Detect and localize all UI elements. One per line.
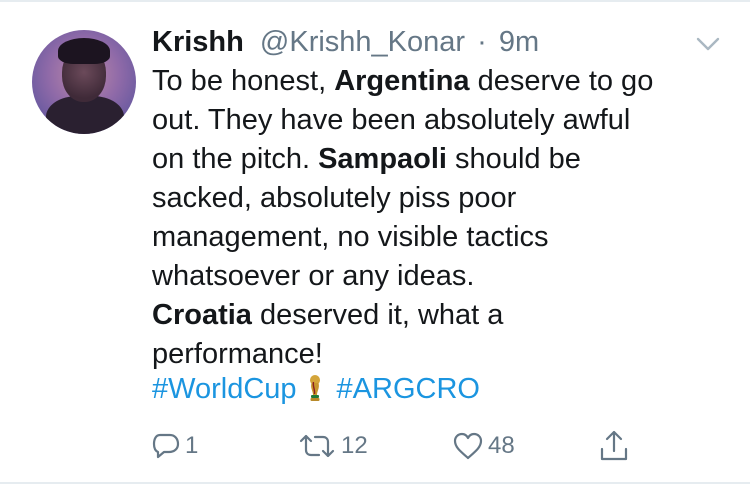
tweet-line: whatsoever or any ideas.: [152, 260, 475, 292]
author-handle[interactable]: @Krishh_Konar: [260, 26, 465, 58]
tweet-line: on the pitch. Sampaoli should be: [152, 140, 712, 179]
text-fragment: deserved it, what a: [251, 299, 504, 331]
bold-argentina: Argentina: [334, 65, 470, 97]
tweet-line: sacked, absolutely piss poor: [152, 182, 517, 214]
tweet-line: Croatia deserved it, what a: [152, 296, 712, 335]
top-divider: [0, 0, 750, 2]
like-button[interactable]: 48: [452, 426, 515, 466]
text-fragment: deserve to go: [469, 65, 654, 97]
bold-croatia: Croatia: [152, 299, 252, 331]
reply-count: 1: [185, 432, 199, 459]
hashtags-row: #WorldCup #ARGCRO: [152, 370, 480, 408]
tweet-line: performance!: [152, 338, 323, 370]
tweet-line: out. They have been absolutely awful: [152, 104, 631, 136]
share-icon: [600, 430, 628, 461]
hashtag-argcro[interactable]: #ARGCRO: [337, 373, 480, 405]
tweet-line: To be honest, Argentina deserve to go: [152, 62, 712, 101]
text-fragment: To be honest,: [152, 65, 335, 97]
like-count: 48: [488, 432, 515, 459]
retweet-button[interactable]: 12: [297, 426, 368, 466]
tweet-actions: 1 12 48: [0, 426, 750, 466]
tweet-line: management, no visible tactics: [152, 221, 549, 253]
avatar-hair: [58, 38, 110, 64]
bold-sampaoli: Sampaoli: [318, 143, 447, 175]
avatar[interactable]: [32, 30, 136, 134]
world-cup-trophy-icon: [309, 375, 320, 401]
separator-dot: ·: [477, 26, 487, 58]
share-button[interactable]: [598, 426, 630, 466]
heart-icon: [453, 432, 483, 460]
author-name[interactable]: Krishh: [152, 26, 244, 58]
reply-icon: [152, 433, 180, 459]
text-fragment: on the pitch.: [152, 143, 319, 175]
text-fragment: should be: [447, 143, 581, 175]
bottom-divider: [0, 482, 750, 484]
chevron-down-icon[interactable]: [695, 34, 721, 54]
tweet-time[interactable]: 9m: [499, 26, 539, 58]
reply-button[interactable]: 1: [151, 426, 198, 466]
tweet-text: To be honest, Argentina deserve to go ou…: [152, 62, 712, 374]
retweet-count: 12: [341, 432, 368, 459]
hashtag-worldcup[interactable]: #WorldCup: [152, 373, 297, 405]
tweet-header: Krishh @Krishh_Konar · 9m: [152, 24, 539, 60]
retweet-icon: [299, 434, 335, 458]
